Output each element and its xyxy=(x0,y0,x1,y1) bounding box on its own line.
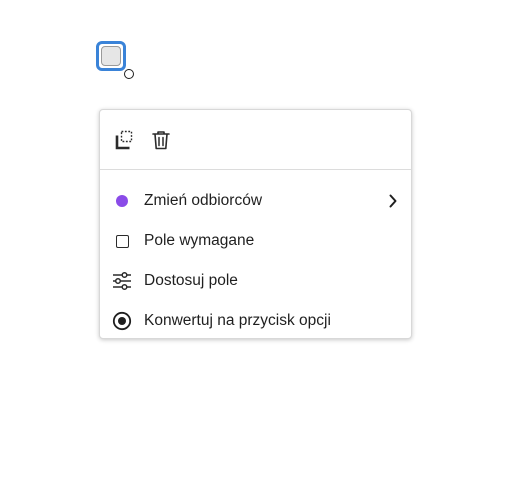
checkbox-form-field[interactable] xyxy=(96,41,126,71)
menu-item-convert-to-radio[interactable]: Konwertuj na przycisk opcji xyxy=(100,301,411,341)
menu-item-label: Zmień odbiorców xyxy=(144,192,263,209)
recipient-color-dot-icon xyxy=(112,191,132,211)
menu-item-change-recipients[interactable]: Zmień odbiorców xyxy=(100,181,411,221)
sliders-icon xyxy=(112,271,132,291)
menu-item-label: Dostosuj pole xyxy=(144,272,238,289)
menu-item-label: Konwertuj na przycisk opcji xyxy=(144,312,331,329)
menu-list: Zmień odbiorców Pole wymagane Dostosuj p… xyxy=(100,181,411,341)
duplicate-button[interactable] xyxy=(112,127,138,153)
checkbox-empty-icon[interactable] xyxy=(112,231,132,251)
chevron-right-icon xyxy=(387,193,399,209)
field-context-menu: Zmień odbiorców Pole wymagane Dostosuj p… xyxy=(99,109,412,339)
menu-toolbar xyxy=(100,110,411,169)
trash-icon xyxy=(152,131,170,150)
resize-handle[interactable] xyxy=(124,69,134,79)
radio-button-icon xyxy=(112,311,132,331)
delete-button[interactable] xyxy=(148,127,174,153)
menu-item-label: Pole wymagane xyxy=(144,232,255,249)
checkbox-field-box xyxy=(101,46,121,66)
menu-item-required-field[interactable]: Pole wymagane xyxy=(100,221,411,261)
menu-divider xyxy=(100,169,411,170)
menu-item-customize-field[interactable]: Dostosuj pole xyxy=(100,261,411,301)
duplicate-icon xyxy=(115,130,133,150)
